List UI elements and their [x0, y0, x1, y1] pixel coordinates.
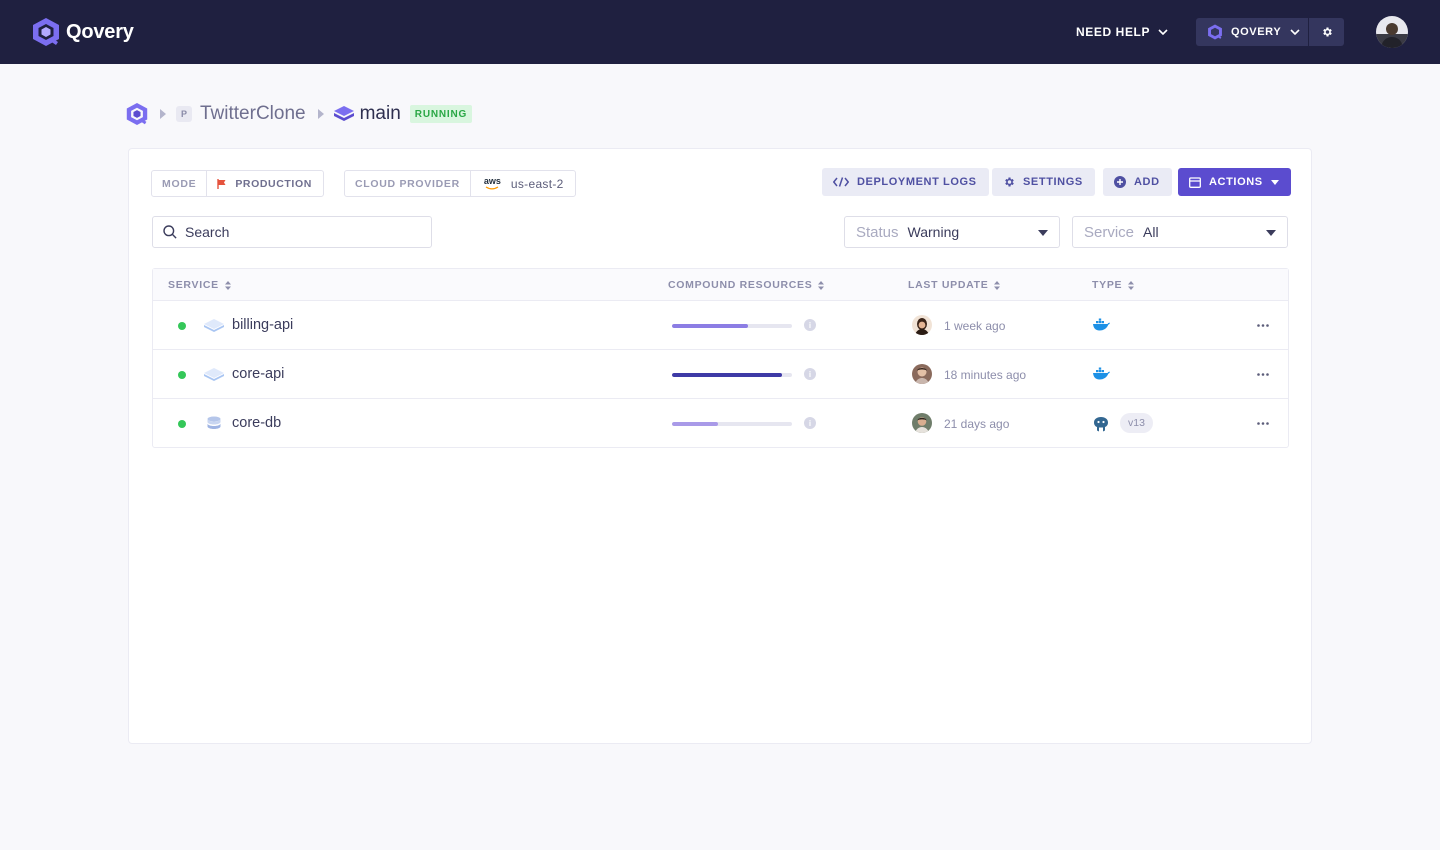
chevron-down-icon: [1290, 29, 1300, 35]
brand-name: Qovery: [66, 20, 134, 43]
actions-button[interactable]: ACTIONS: [1178, 168, 1291, 196]
last-update-text: 1 week ago: [944, 319, 1006, 333]
application-icon: [204, 365, 224, 385]
postgresql-icon: [1092, 416, 1110, 432]
deployment-logs-button[interactable]: DEPLOYMENT LOGS: [822, 168, 989, 196]
plus-circle-icon: [1114, 176, 1126, 188]
user-avatar: [912, 315, 932, 335]
user-avatar-image: [1376, 16, 1408, 48]
sort-icon: [1128, 280, 1135, 290]
docker-icon: [1092, 367, 1110, 381]
row-actions-icon[interactable]: [1253, 318, 1273, 332]
table-row[interactable]: core-api i 18 minutes ago: [153, 350, 1288, 399]
status-dot: [178, 420, 186, 428]
docker-icon: [1092, 318, 1110, 332]
table-row[interactable]: core-db i 21 days ago v13: [153, 399, 1288, 448]
mode-value: PRODUCTION: [207, 171, 323, 196]
project-badge: P: [176, 106, 192, 122]
service-filter-value: All: [1143, 224, 1159, 240]
breadcrumb-separator-icon: [160, 109, 166, 119]
services-table: SERVICE COMPOUND RESOURCES LAST UPDATE T…: [152, 268, 1289, 448]
service-filter-select[interactable]: Service All: [1072, 216, 1288, 248]
search-box: [152, 216, 432, 248]
sort-icon: [224, 280, 231, 290]
table-header: SERVICE COMPOUND RESOURCES LAST UPDATE T…: [153, 269, 1288, 301]
gear-icon: [1322, 27, 1332, 37]
environment-services-panel: MODE PRODUCTION CLOUD PROVIDER aws us-ea…: [128, 148, 1312, 744]
status-filter-value: Warning: [907, 224, 960, 240]
code-icon: [833, 177, 849, 187]
version-badge: v13: [1120, 413, 1153, 433]
mode-tag: MODE PRODUCTION: [151, 170, 324, 197]
status-filter-label: Status: [856, 223, 899, 241]
calendar-icon: [1189, 176, 1201, 188]
organization-settings-button[interactable]: [1309, 18, 1344, 46]
row-actions-icon[interactable]: [1253, 367, 1273, 381]
environment-status-badge: RUNNING: [409, 105, 473, 123]
caret-down-icon: [1270, 179, 1279, 185]
need-help-label: NEED HELP: [1076, 25, 1151, 39]
environment-icon: [333, 106, 354, 121]
add-button[interactable]: ADD: [1103, 168, 1172, 196]
search-input[interactable]: [185, 224, 415, 240]
database-icon: [204, 414, 224, 434]
region-value: us-east-2: [510, 176, 564, 191]
cloud-provider-tag: CLOUD PROVIDER aws us-east-2: [344, 170, 576, 197]
resources-bar: [672, 324, 792, 328]
qovery-logo[interactable]: Qovery: [32, 17, 134, 47]
breadcrumb: P TwitterClone main RUNNING: [126, 100, 473, 128]
column-header-compound-resources[interactable]: COMPOUND RESOURCES: [668, 279, 825, 291]
qovery-logo-icon: [33, 18, 59, 46]
organization-home-icon[interactable]: [126, 102, 148, 126]
service-name[interactable]: core-api: [232, 366, 284, 382]
service-filter-label: Service: [1084, 223, 1135, 241]
organization-switcher[interactable]: QOVERY: [1196, 18, 1308, 46]
last-update-text: 21 days ago: [944, 417, 1010, 431]
chevron-down-icon: [1158, 29, 1168, 35]
column-header-last-update[interactable]: LAST UPDATE: [908, 279, 1001, 291]
row-actions-icon[interactable]: [1253, 416, 1273, 430]
resources-bar: [672, 422, 792, 426]
application-icon: [204, 316, 224, 336]
mode-label: MODE: [152, 171, 208, 196]
user-avatar[interactable]: [1376, 16, 1408, 48]
info-icon[interactable]: i: [804, 319, 816, 331]
caret-down-icon: [1266, 230, 1276, 236]
aws-icon: aws: [484, 177, 501, 190]
service-name[interactable]: billing-api: [232, 317, 293, 333]
sort-icon: [818, 280, 825, 290]
breadcrumb-environment[interactable]: main: [360, 103, 401, 125]
settings-button[interactable]: SETTINGS: [992, 168, 1095, 196]
last-update-text: 18 minutes ago: [944, 368, 1027, 382]
breadcrumb-project[interactable]: TwitterClone: [200, 103, 306, 125]
info-icon[interactable]: i: [804, 417, 816, 429]
breadcrumb-separator-icon: [317, 109, 324, 119]
cloud-provider-label: CLOUD PROVIDER: [345, 171, 471, 196]
column-header-type[interactable]: TYPE: [1092, 279, 1135, 291]
organization-name: QOVERY: [1231, 26, 1282, 38]
info-icon[interactable]: i: [804, 368, 816, 380]
status-dot: [178, 322, 186, 330]
sort-icon: [994, 280, 1001, 290]
table-row[interactable]: billing-api i 1 week ago: [153, 301, 1288, 350]
need-help-menu[interactable]: NEED HELP: [1076, 24, 1168, 40]
service-name[interactable]: core-db: [232, 415, 281, 431]
resources-bar: [672, 373, 792, 377]
gear-icon: [1005, 177, 1014, 187]
top-navigation-bar: Qovery NEED HELP QOVERY: [0, 0, 1440, 64]
user-avatar: [912, 364, 932, 384]
qovery-org-icon: [1208, 24, 1222, 40]
status-dot: [178, 371, 186, 379]
user-avatar: [912, 413, 932, 433]
search-icon: [163, 225, 177, 239]
caret-down-icon: [1038, 230, 1048, 236]
flag-icon: [217, 178, 226, 189]
column-header-service[interactable]: SERVICE: [168, 279, 231, 291]
cloud-provider-value: aws us-east-2: [471, 171, 575, 196]
status-filter-select[interactable]: Status Warning: [844, 216, 1060, 248]
